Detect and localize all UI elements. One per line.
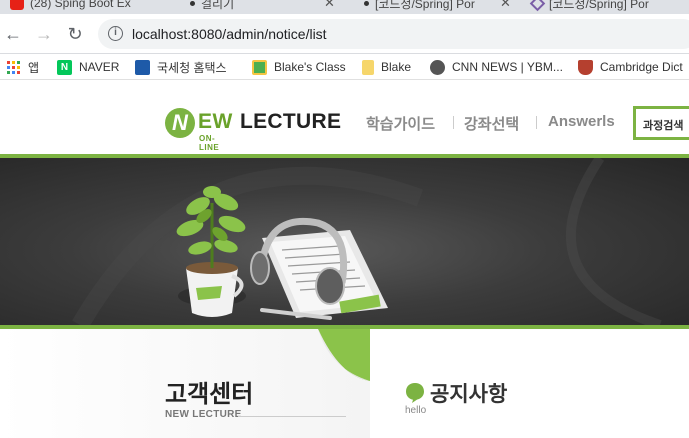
bookmark-label: Blake's Class <box>274 60 346 74</box>
speech-bubble-icon <box>406 383 424 403</box>
bookmark-cambridge[interactable]: Cambridge Dict <box>578 58 683 76</box>
page-subtitle: hello <box>405 405 427 416</box>
logo-lecture: LECTURE <box>240 110 342 133</box>
url-path: :8080/admin/notice/list <box>187 26 327 42</box>
apps-grid-icon <box>7 60 20 74</box>
menu-answers[interactable]: Answerls <box>548 113 615 130</box>
course-search-button[interactable]: 과정검색 <box>633 106 689 140</box>
info-icon[interactable]: i <box>108 26 123 41</box>
forward-arrow-icon[interactable]: → <box>33 23 55 45</box>
logo-online: ON-LINE <box>199 134 220 152</box>
bookmark-label: CNN NEWS | YBM... <box>452 60 563 74</box>
tab-title: 걸리기 <box>201 0 235 11</box>
sidebar-title: 고객센터 <box>165 381 254 408</box>
cambridge-icon <box>578 59 593 75</box>
bookmark-cnn[interactable]: CNN NEWS | YBM... <box>430 58 563 76</box>
hero-illustration <box>72 158 662 325</box>
site-header: N EW LECTURE ON-LINE 학습가이드 강좌선택 Answerls… <box>0 80 689 155</box>
tab-title: [코드정/Spring] Por <box>375 0 475 11</box>
sidebar-panel: 고객센터 NEW LECTURE <box>0 329 370 438</box>
bookmark-label: 앱 <box>28 60 40 75</box>
bookmark-label: NAVER <box>79 60 120 74</box>
back-arrow-icon[interactable]: ← <box>2 23 24 45</box>
bookmark-label: 국세청 홈택스 <box>157 60 227 75</box>
hex-icon <box>529 0 546 11</box>
menu-separator <box>453 116 454 129</box>
naver-icon: N <box>57 59 72 75</box>
address-bar[interactable]: i localhost:8080/admin/notice/list <box>98 19 689 49</box>
browser-tab-strip: (28) Sping Boot Ex ✕ 걸리기 [코드정/Spring] Po… <box>0 0 689 14</box>
bookmark-blakes-class[interactable]: Blake's Class <box>252 58 346 76</box>
bookmark-blake[interactable]: Blake <box>362 58 411 76</box>
reload-icon[interactable]: ↻ <box>64 23 86 45</box>
logo-ew: EW <box>198 110 233 133</box>
bookmark-apps[interactable]: 앱 <box>6 58 39 76</box>
bookmark-label: Cambridge Dict <box>600 60 683 74</box>
globe-icon <box>430 59 445 75</box>
close-icon[interactable]: ✕ <box>324 0 335 14</box>
bookmark-hometax[interactable]: 국세청 홈택스 <box>135 58 227 76</box>
folder-icon <box>362 59 374 75</box>
page-title: 공지사항 <box>405 378 507 408</box>
url-text[interactable]: localhost:8080/admin/notice/list <box>132 26 327 42</box>
class-icon <box>252 59 267 75</box>
tab-title: [코드정/Spring] Por <box>549 0 649 11</box>
menu-course-select[interactable]: 강좌선택 <box>464 113 519 134</box>
menu-study-guide[interactable]: 학습가이드 <box>366 113 435 134</box>
hero-banner <box>0 158 689 325</box>
youtube-icon <box>10 0 24 10</box>
hometax-icon <box>135 59 150 75</box>
browser-tab[interactable]: [코드정/Spring] Por <box>360 0 475 14</box>
dot-icon <box>364 0 369 6</box>
sidebar-subtitle: NEW LECTURE <box>165 409 242 420</box>
bookmark-label: Blake <box>381 60 412 74</box>
sidebar-title-underline <box>238 416 346 417</box>
bookmarks-bar: 앱 N NAVER 국세청 홈택스 Blake's Class Blake CN… <box>0 54 689 80</box>
tab-title: (28) Sping Boot Ex <box>30 0 131 10</box>
browser-toolbar: ← → ↻ i localhost:8080/admin/notice/list <box>0 14 689 54</box>
browser-tab[interactable]: [코드정/Spring] Por <box>529 0 649 14</box>
page-title-text: 공지사항 <box>430 383 508 406</box>
browser-tab[interactable]: 걸리기 <box>186 0 234 14</box>
bookmark-naver[interactable]: N NAVER <box>57 58 119 76</box>
browser-tab[interactable]: (28) Sping Boot Ex <box>10 0 131 14</box>
close-icon[interactable]: ✕ <box>500 0 511 14</box>
url-host: localhost <box>132 26 188 42</box>
logo-n-icon: N <box>165 108 195 138</box>
menu-separator <box>536 116 537 129</box>
dot-icon <box>190 0 195 6</box>
page-curl-decoration <box>318 329 370 381</box>
